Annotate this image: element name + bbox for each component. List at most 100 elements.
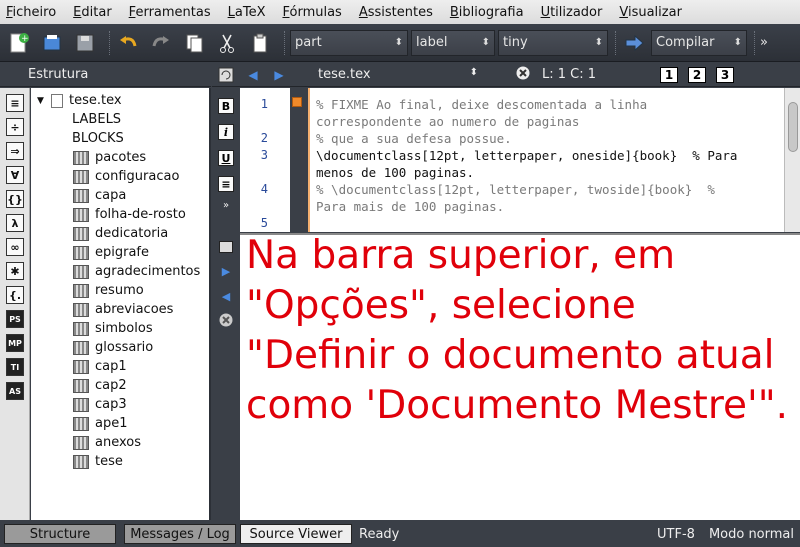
tree-item[interactable]: simbolos [31,319,209,338]
paste-icon[interactable] [247,30,273,56]
operators-icon[interactable]: ÷ [6,118,24,136]
tree-item[interactable]: abreviacoes [31,300,209,319]
infinity-icon[interactable]: ∞ [6,238,24,256]
instruction-text: Na barra superior, em "Opções", selecion… [246,233,789,428]
line-number: 5 [260,216,268,230]
source-viewer-tab-button[interactable]: Source Viewer [240,524,352,544]
align-icon[interactable]: ≡ [218,176,234,192]
tree-item[interactable]: cap2 [31,376,209,395]
tree-root[interactable]: ▼ tese.tex [31,91,209,110]
menu-latex[interactable]: LaTeX [228,5,266,20]
view-1-button[interactable]: 1 [660,66,678,83]
bold-icon[interactable]: B [218,98,234,114]
tree-item[interactable]: pacotes [31,148,209,167]
tree-item[interactable]: glossario [31,338,209,357]
greek-icon[interactable]: λ [6,214,24,232]
compile-arrow-icon[interactable] [621,30,647,56]
messages-log-tab-button[interactable]: Messages / Log [124,524,236,544]
tree-item[interactable]: tese [31,452,209,471]
delimiters-icon[interactable]: {} [6,190,24,208]
include-file-icon [73,302,89,317]
next-error-icon[interactable]: ▶ [212,265,240,278]
include-file-icon [73,169,89,184]
scrollbar-thumb[interactable] [788,102,798,152]
menu-ficheiro[interactable]: Ficheiro [6,5,56,20]
log-view-icon[interactable] [219,241,233,253]
tree-item-label: cap1 [95,359,127,374]
tree-item[interactable]: ape1 [31,414,209,433]
menu-assistentes[interactable]: Assistentes [359,5,433,20]
menu-ferramentas[interactable]: Ferramentas [129,5,211,20]
status-text: Ready [359,526,400,542]
tree-item[interactable]: cap1 [31,357,209,376]
italic-icon[interactable]: i [218,124,234,140]
document-icon [51,93,63,108]
clear-log-icon[interactable] [219,313,233,331]
structure-tab-button[interactable]: Structure [4,524,116,544]
tree-item-label: anexos [95,435,141,450]
mode-indicator[interactable]: Modo normal [709,527,794,542]
document-tab[interactable]: tese.tex ⬍ [292,67,478,82]
tree-item[interactable]: resumo [31,281,209,300]
copy-icon[interactable] [181,30,207,56]
save-icon[interactable] [72,30,98,56]
next-doc-icon[interactable]: ▶ [266,68,292,82]
menu-utilizador[interactable]: Utilizador [541,5,603,20]
brackets-icon[interactable]: {. [6,286,24,304]
code-editor[interactable]: % FIXME Ao final, deixe descomentada a l… [310,88,784,232]
tree-item[interactable]: configuracao [31,167,209,186]
undo-icon[interactable] [115,30,141,56]
more-format-icon[interactable]: » [212,200,240,211]
metapost-icon[interactable]: MP [6,334,24,352]
prev-doc-icon[interactable]: ◀ [240,68,266,82]
menu-editar[interactable]: Editar [73,5,112,20]
open-icon[interactable] [39,30,65,56]
forall-icon[interactable]: ∀ [6,166,24,184]
arrows-icon[interactable]: ⇒ [6,142,24,160]
label-select[interactable]: label ⬍ [411,29,495,56]
cut-icon[interactable] [214,30,240,56]
tree-item[interactable]: cap3 [31,395,209,414]
tree-labels[interactable]: LABELS [31,110,209,129]
log-toolbar: ▶ ◀ [212,233,240,520]
tree-item[interactable]: capa [31,186,209,205]
new-file-icon[interactable]: + [6,30,32,56]
editor-header: ◀ ▶ tese.tex ⬍ L: 1 C: 1 1 2 3 [212,63,800,87]
encoding-indicator[interactable]: UTF-8 [657,527,695,542]
structure-title: Estrutura [28,67,89,82]
tree-item-label: tese [95,454,123,469]
tree-blocks[interactable]: BLOCKS [31,129,209,148]
asymptote-icon[interactable]: AS [6,382,24,400]
menu-bibliografia[interactable]: Bibliografia [450,5,524,20]
menu-visualizar[interactable]: Visualizar [619,5,682,20]
redo-icon[interactable] [148,30,174,56]
include-file-icon [73,264,89,279]
sync-icon[interactable] [212,67,240,83]
tree-item[interactable]: epigrafe [31,243,209,262]
menu-formulas[interactable]: Fórmulas [282,5,341,20]
close-doc-icon[interactable] [516,66,542,84]
underline-icon[interactable]: U [218,150,234,166]
size-select[interactable]: tiny ⬍ [498,29,608,56]
part-select[interactable]: part ⬍ [290,29,408,56]
misc-symbols-icon[interactable]: ✱ [6,262,24,280]
tree-item[interactable]: anexos [31,433,209,452]
editor-scrollbar[interactable] [784,88,800,232]
view-3-button[interactable]: 3 [716,66,734,83]
expand-icon[interactable]: ▼ [37,96,47,106]
toolbar-more-button[interactable]: » [760,35,768,50]
prev-error-icon[interactable]: ◀ [212,290,240,303]
tree-item[interactable]: agradecimentos [31,262,209,281]
toolbar-separator [615,30,617,55]
structure-icon[interactable]: ≡ [6,94,24,112]
compile-select[interactable]: Compilar ⬍ [651,29,747,56]
pstricks-icon[interactable]: PS [6,310,24,328]
tree-item[interactable]: folha-de-rosto [31,205,209,224]
tikz-icon[interactable]: TI [6,358,24,376]
toolbar-separator [109,30,111,55]
cursor-position: L: 1 C: 1 [542,67,597,82]
fold-marker-icon[interactable] [292,97,302,107]
chevron-down-icon: ⬍ [481,37,490,48]
view-2-button[interactable]: 2 [688,66,706,83]
tree-item[interactable]: dedicatoria [31,224,209,243]
